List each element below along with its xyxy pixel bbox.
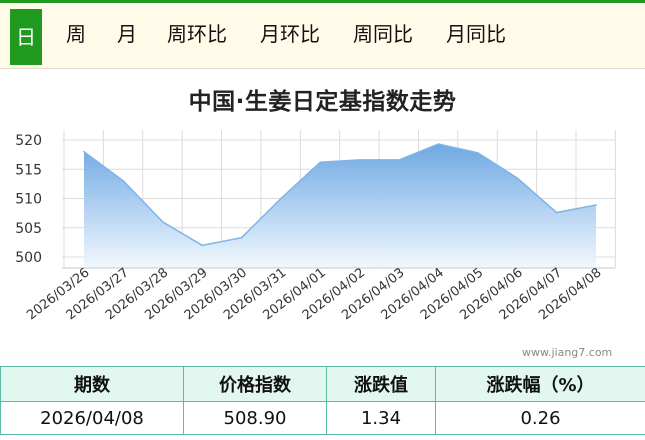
data-point xyxy=(477,152,479,154)
series-area xyxy=(84,144,596,268)
data-point xyxy=(516,177,519,179)
y-tick-label: 500 xyxy=(15,250,42,266)
header-period: 期数 xyxy=(0,366,184,402)
cell-price-index: 508.90 xyxy=(183,401,327,435)
header-price-index: 价格指数 xyxy=(183,366,327,402)
header-change-percent: 涨跌幅（%） xyxy=(435,366,645,402)
cell-period: 2026/04/08 xyxy=(0,401,184,435)
data-point xyxy=(319,161,322,164)
header-change-value: 涨跌值 xyxy=(326,366,436,402)
data-point xyxy=(240,236,243,239)
y-tick-label: 520 xyxy=(15,133,42,149)
index-summary-table: 期数 价格指数 涨跌值 涨跌幅（%） 2026/04/08 508.90 1.3… xyxy=(0,366,645,435)
y-tick-label: 510 xyxy=(15,192,42,208)
data-point xyxy=(161,221,164,223)
table-row: 2026/04/08 508.90 1.34 0.26 xyxy=(0,401,645,435)
data-point xyxy=(555,211,558,214)
data-point xyxy=(595,204,597,206)
cell-change-percent: 0.26 xyxy=(435,401,645,435)
data-point xyxy=(280,197,282,200)
y-tick-label: 515 xyxy=(15,162,42,178)
data-point xyxy=(398,159,400,161)
index-trend-chart: 5205155105055002026/03/262026/03/272026/… xyxy=(15,130,616,323)
data-point xyxy=(83,150,85,153)
cell-change-value: 1.34 xyxy=(326,401,436,435)
data-point xyxy=(437,143,440,145)
table-header-row: 期数 价格指数 涨跌值 涨跌幅（%） xyxy=(0,366,645,402)
site-watermark: www.jiang7.com xyxy=(522,346,613,359)
data-point xyxy=(201,244,203,247)
data-point xyxy=(122,180,125,182)
y-tick-label: 505 xyxy=(15,221,42,237)
data-point xyxy=(358,159,361,161)
